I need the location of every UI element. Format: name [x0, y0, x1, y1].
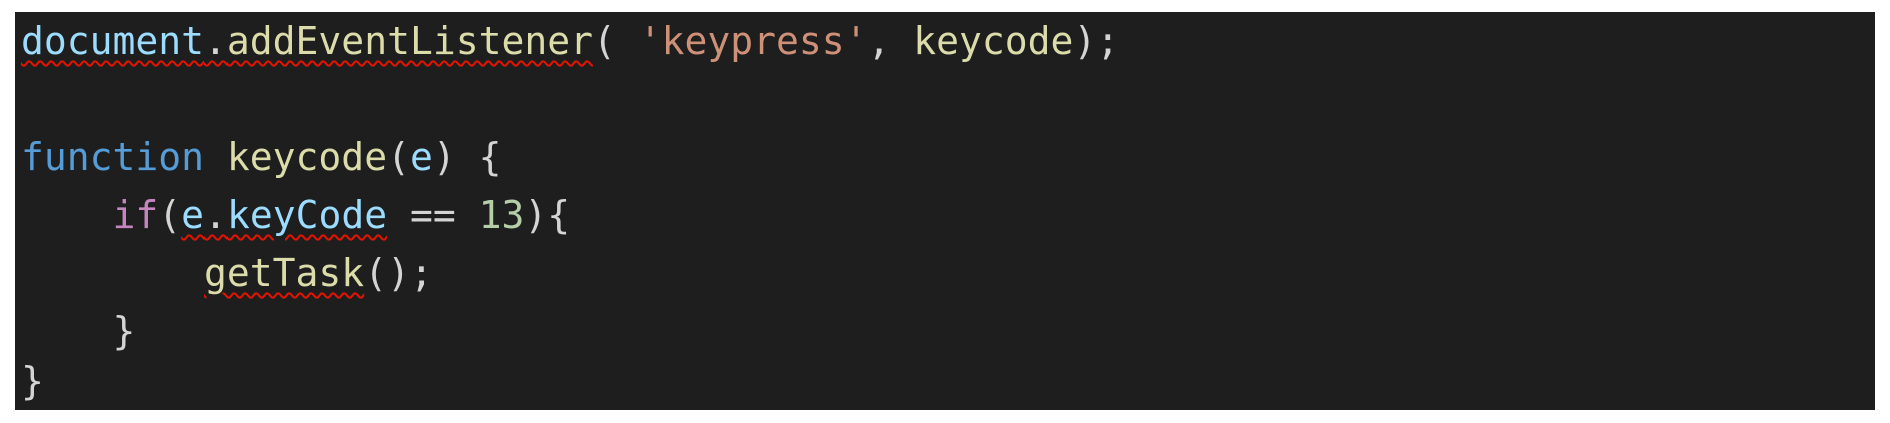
token-open-paren: ( [592, 19, 639, 63]
code-line-7: } [21, 352, 44, 410]
token-document: document [21, 19, 205, 63]
token-close: ) { [432, 135, 502, 179]
token-string-keypress: 'keypress' [638, 19, 868, 63]
token-operator: == [387, 193, 479, 237]
token-if-keyword: if [112, 193, 159, 237]
token-function-name: keycode [226, 135, 388, 179]
token-open-paren: ( [387, 135, 410, 179]
code-editor[interactable]: document.addEventListener( 'keypress', k… [15, 12, 1875, 410]
token-open-paren: ( [158, 193, 182, 237]
token-close: ){ [524, 193, 571, 237]
code-line-5: getTask(); [21, 244, 433, 302]
token-comma: , [867, 19, 914, 63]
token-keycode-prop: keyCode [226, 193, 388, 237]
token-close: ); [1073, 19, 1120, 63]
code-line-4: if(e.keyCode == 13){ [21, 186, 571, 244]
token-param-e: e [409, 135, 433, 179]
token-keycode-arg: keycode [913, 19, 1074, 63]
token-e: e [181, 193, 205, 237]
token-function-keyword: function [21, 135, 205, 179]
code-line-1: document.addEventListener( 'keypress', k… [21, 12, 1119, 70]
token-dot: . [204, 193, 227, 237]
token-number-13: 13 [478, 193, 525, 237]
token-add-event-listener: addEventListener [226, 19, 593, 63]
token-close-brace: } [112, 309, 136, 353]
code-line-3: function keycode(e) { [21, 128, 502, 186]
token-get-task-call: getTask [204, 251, 365, 295]
token-dot: . [204, 19, 227, 63]
token-call-parens: (); [364, 251, 433, 295]
token-close-brace: } [21, 359, 44, 403]
